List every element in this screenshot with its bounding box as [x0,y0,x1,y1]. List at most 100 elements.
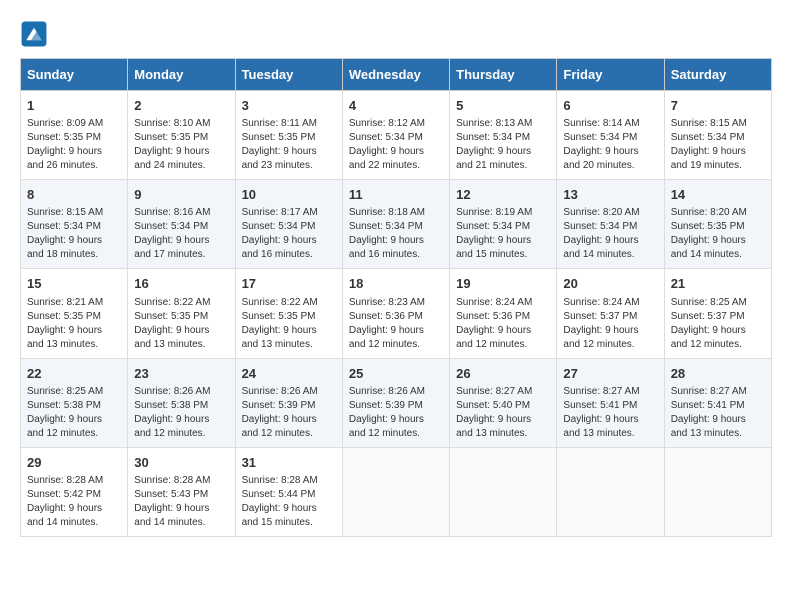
calendar-day-cell: 7 Sunrise: 8:15 AMSunset: 5:34 PMDayligh… [664,91,771,180]
day-number: 18 [349,275,443,293]
day-number: 7 [671,97,765,115]
calendar-day-cell: 30 Sunrise: 8:28 AMSunset: 5:43 PMDaylig… [128,447,235,536]
day-of-week-header: Thursday [450,59,557,91]
day-details: Sunrise: 8:28 AMSunset: 5:42 PMDaylight:… [27,474,121,530]
day-of-week-header: Sunday [21,59,128,91]
day-number: 3 [242,97,336,115]
day-number: 2 [134,97,228,115]
calendar-day-cell: 16 Sunrise: 8:22 AMSunset: 5:35 PMDaylig… [128,269,235,358]
day-details: Sunrise: 8:17 AMSunset: 5:34 PMDaylight:… [242,206,336,262]
day-number: 5 [456,97,550,115]
day-details: Sunrise: 8:19 AMSunset: 5:34 PMDaylight:… [456,206,550,262]
day-details: Sunrise: 8:28 AMSunset: 5:44 PMDaylight:… [242,474,336,530]
day-number: 6 [563,97,657,115]
day-number: 22 [27,365,121,383]
day-details: Sunrise: 8:12 AMSunset: 5:34 PMDaylight:… [349,117,443,173]
day-of-week-header: Tuesday [235,59,342,91]
day-number: 20 [563,275,657,293]
day-number: 28 [671,365,765,383]
day-number: 4 [349,97,443,115]
calendar-day-cell: 14 Sunrise: 8:20 AMSunset: 5:35 PMDaylig… [664,180,771,269]
day-details: Sunrise: 8:23 AMSunset: 5:36 PMDaylight:… [349,296,443,352]
day-details: Sunrise: 8:20 AMSunset: 5:34 PMDaylight:… [563,206,657,262]
calendar-day-cell [557,447,664,536]
day-details: Sunrise: 8:27 AMSunset: 5:41 PMDaylight:… [563,385,657,441]
calendar-day-cell: 21 Sunrise: 8:25 AMSunset: 5:37 PMDaylig… [664,269,771,358]
day-details: Sunrise: 8:28 AMSunset: 5:43 PMDaylight:… [134,474,228,530]
calendar-day-cell: 25 Sunrise: 8:26 AMSunset: 5:39 PMDaylig… [342,358,449,447]
calendar-day-cell: 17 Sunrise: 8:22 AMSunset: 5:35 PMDaylig… [235,269,342,358]
day-of-week-header: Saturday [664,59,771,91]
calendar-day-cell: 5 Sunrise: 8:13 AMSunset: 5:34 PMDayligh… [450,91,557,180]
calendar-day-cell: 23 Sunrise: 8:26 AMSunset: 5:38 PMDaylig… [128,358,235,447]
day-details: Sunrise: 8:25 AMSunset: 5:38 PMDaylight:… [27,385,121,441]
day-details: Sunrise: 8:15 AMSunset: 5:34 PMDaylight:… [671,117,765,173]
day-number: 1 [27,97,121,115]
day-details: Sunrise: 8:09 AMSunset: 5:35 PMDaylight:… [27,117,121,173]
day-of-week-header: Friday [557,59,664,91]
day-details: Sunrise: 8:26 AMSunset: 5:38 PMDaylight:… [134,385,228,441]
calendar-day-cell: 6 Sunrise: 8:14 AMSunset: 5:34 PMDayligh… [557,91,664,180]
calendar-day-cell: 3 Sunrise: 8:11 AMSunset: 5:35 PMDayligh… [235,91,342,180]
day-number: 21 [671,275,765,293]
calendar-day-cell: 4 Sunrise: 8:12 AMSunset: 5:34 PMDayligh… [342,91,449,180]
calendar-week-row: 1 Sunrise: 8:09 AMSunset: 5:35 PMDayligh… [21,91,772,180]
calendar-day-cell [664,447,771,536]
logo [20,20,52,48]
calendar-day-cell: 10 Sunrise: 8:17 AMSunset: 5:34 PMDaylig… [235,180,342,269]
day-details: Sunrise: 8:24 AMSunset: 5:36 PMDaylight:… [456,296,550,352]
day-number: 16 [134,275,228,293]
calendar-day-cell: 28 Sunrise: 8:27 AMSunset: 5:41 PMDaylig… [664,358,771,447]
day-number: 12 [456,186,550,204]
day-number: 19 [456,275,550,293]
day-number: 29 [27,454,121,472]
page-header [20,20,772,48]
day-details: Sunrise: 8:11 AMSunset: 5:35 PMDaylight:… [242,117,336,173]
calendar-day-cell: 26 Sunrise: 8:27 AMSunset: 5:40 PMDaylig… [450,358,557,447]
calendar-day-cell: 22 Sunrise: 8:25 AMSunset: 5:38 PMDaylig… [21,358,128,447]
day-number: 24 [242,365,336,383]
calendar-day-cell: 2 Sunrise: 8:10 AMSunset: 5:35 PMDayligh… [128,91,235,180]
day-details: Sunrise: 8:13 AMSunset: 5:34 PMDaylight:… [456,117,550,173]
day-details: Sunrise: 8:18 AMSunset: 5:34 PMDaylight:… [349,206,443,262]
day-number: 26 [456,365,550,383]
calendar-day-cell: 18 Sunrise: 8:23 AMSunset: 5:36 PMDaylig… [342,269,449,358]
day-details: Sunrise: 8:21 AMSunset: 5:35 PMDaylight:… [27,296,121,352]
day-details: Sunrise: 8:25 AMSunset: 5:37 PMDaylight:… [671,296,765,352]
day-details: Sunrise: 8:15 AMSunset: 5:34 PMDaylight:… [27,206,121,262]
calendar-day-cell: 11 Sunrise: 8:18 AMSunset: 5:34 PMDaylig… [342,180,449,269]
calendar-day-cell: 27 Sunrise: 8:27 AMSunset: 5:41 PMDaylig… [557,358,664,447]
calendar-table: SundayMondayTuesdayWednesdayThursdayFrid… [20,58,772,537]
day-number: 14 [671,186,765,204]
calendar-day-cell: 9 Sunrise: 8:16 AMSunset: 5:34 PMDayligh… [128,180,235,269]
day-number: 15 [27,275,121,293]
calendar-day-cell: 15 Sunrise: 8:21 AMSunset: 5:35 PMDaylig… [21,269,128,358]
day-number: 17 [242,275,336,293]
calendar-day-cell: 20 Sunrise: 8:24 AMSunset: 5:37 PMDaylig… [557,269,664,358]
day-of-week-header: Monday [128,59,235,91]
calendar-week-row: 8 Sunrise: 8:15 AMSunset: 5:34 PMDayligh… [21,180,772,269]
day-details: Sunrise: 8:16 AMSunset: 5:34 PMDaylight:… [134,206,228,262]
logo-icon [20,20,48,48]
day-number: 25 [349,365,443,383]
day-number: 31 [242,454,336,472]
calendar-day-cell: 31 Sunrise: 8:28 AMSunset: 5:44 PMDaylig… [235,447,342,536]
day-number: 23 [134,365,228,383]
day-details: Sunrise: 8:26 AMSunset: 5:39 PMDaylight:… [242,385,336,441]
day-details: Sunrise: 8:22 AMSunset: 5:35 PMDaylight:… [242,296,336,352]
calendar-week-row: 22 Sunrise: 8:25 AMSunset: 5:38 PMDaylig… [21,358,772,447]
day-details: Sunrise: 8:27 AMSunset: 5:41 PMDaylight:… [671,385,765,441]
day-details: Sunrise: 8:22 AMSunset: 5:35 PMDaylight:… [134,296,228,352]
day-details: Sunrise: 8:10 AMSunset: 5:35 PMDaylight:… [134,117,228,173]
day-details: Sunrise: 8:20 AMSunset: 5:35 PMDaylight:… [671,206,765,262]
calendar-day-cell [342,447,449,536]
calendar-week-row: 29 Sunrise: 8:28 AMSunset: 5:42 PMDaylig… [21,447,772,536]
calendar-day-cell: 8 Sunrise: 8:15 AMSunset: 5:34 PMDayligh… [21,180,128,269]
calendar-day-cell: 1 Sunrise: 8:09 AMSunset: 5:35 PMDayligh… [21,91,128,180]
day-number: 30 [134,454,228,472]
day-of-week-header: Wednesday [342,59,449,91]
day-details: Sunrise: 8:27 AMSunset: 5:40 PMDaylight:… [456,385,550,441]
calendar-day-cell: 13 Sunrise: 8:20 AMSunset: 5:34 PMDaylig… [557,180,664,269]
day-details: Sunrise: 8:26 AMSunset: 5:39 PMDaylight:… [349,385,443,441]
calendar-day-cell: 24 Sunrise: 8:26 AMSunset: 5:39 PMDaylig… [235,358,342,447]
